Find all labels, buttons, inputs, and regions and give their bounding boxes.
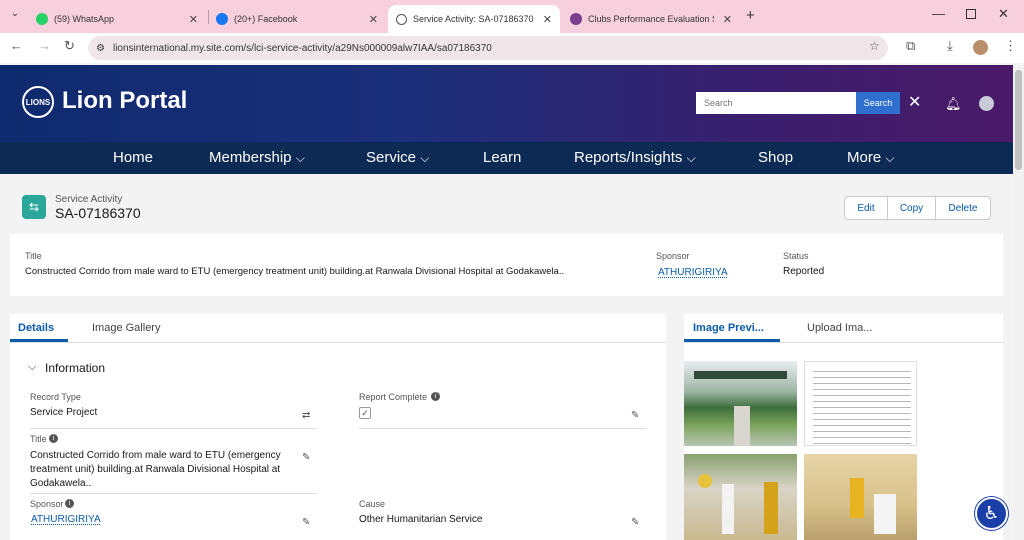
- highlights-panel: [10, 234, 1003, 296]
- chevron-down-icon: ⌵: [686, 151, 696, 165]
- record-object-label: Service Activity: [55, 194, 123, 205]
- close-search-icon[interactable]: ✕: [908, 92, 921, 112]
- tab-title: Service Activity: SA-07186370: [413, 14, 534, 24]
- close-icon[interactable]: ✕: [189, 13, 198, 26]
- edit-pencil-icon[interactable]: ✎: [631, 410, 639, 421]
- highlight-title-label: Title: [25, 251, 42, 261]
- cause-label: Cause: [359, 499, 386, 509]
- report-complete-checkbox[interactable]: ✓: [359, 407, 371, 419]
- edit-button[interactable]: Edit: [844, 196, 888, 220]
- highlight-status-label: Status: [783, 251, 809, 261]
- nav-membership[interactable]: Membership ⌵: [209, 149, 305, 166]
- highlight-status-value: Reported: [783, 266, 825, 277]
- menu-icon[interactable]: ⋮: [1004, 38, 1017, 54]
- tab-image-preview[interactable]: Image Previ...: [693, 322, 764, 334]
- image-thumbnail-document[interactable]: [804, 361, 917, 446]
- details-panel: [10, 314, 666, 540]
- image-thumbnail-corridor[interactable]: [684, 361, 797, 446]
- reload-icon[interactable]: ↻: [64, 38, 75, 54]
- bookmark-star-icon[interactable]: ☆: [869, 39, 880, 53]
- highlight-title-value: Constructed Corrido from male ward to ET…: [25, 266, 565, 277]
- search-button[interactable]: Search: [856, 92, 900, 114]
- image-thumbnail-group-outdoor[interactable]: [684, 454, 797, 540]
- change-record-type-icon[interactable]: ⇄: [302, 410, 310, 421]
- new-tab-button[interactable]: +: [746, 7, 755, 24]
- tab-image-gallery[interactable]: Image Gallery: [92, 322, 160, 334]
- record-name: SA-07186370: [55, 205, 141, 221]
- edit-pencil-icon[interactable]: ✎: [302, 452, 310, 463]
- chevron-down-icon: ⌵: [295, 151, 305, 165]
- record-type-label: Record Type: [30, 392, 81, 402]
- info-icon[interactable]: i: [431, 392, 440, 401]
- lions-logo[interactable]: LIONS: [22, 86, 54, 118]
- nav-home[interactable]: Home: [113, 149, 153, 166]
- tab-title: (59) WhatsApp: [54, 14, 115, 24]
- title-value: Constructed Corrido from male ward to ET…: [30, 450, 281, 489]
- nav-learn[interactable]: Learn: [483, 149, 521, 166]
- cause-value: Other Humanitarian Service: [359, 514, 483, 525]
- copy-button[interactable]: Copy: [887, 196, 936, 220]
- address-bar[interactable]: ⚙ lionsinternational.my.site.com/s/lci-s…: [88, 36, 888, 60]
- edit-pencil-icon[interactable]: ✎: [631, 517, 639, 528]
- tab-whatsapp[interactable]: (59) WhatsApp ✕: [28, 5, 206, 33]
- nav-shop[interactable]: Shop: [758, 149, 793, 166]
- whatsapp-icon: [36, 13, 48, 25]
- chevron-down-icon[interactable]: ⌵: [28, 361, 36, 374]
- tab-search-button[interactable]: ⌄: [6, 8, 24, 24]
- image-thumbnail-group-indoor[interactable]: [804, 454, 917, 540]
- profile-avatar[interactable]: [973, 40, 988, 55]
- close-icon[interactable]: ✕: [723, 13, 732, 26]
- sponsor-link[interactable]: ATHURIGIRIYA: [31, 514, 101, 525]
- section-information-header[interactable]: Information: [45, 361, 105, 375]
- lions-icon: [570, 13, 582, 25]
- tab-details[interactable]: Details: [18, 322, 54, 334]
- url-text: lionsinternational.my.site.com/s/lci-ser…: [112, 42, 492, 54]
- facebook-icon: [216, 13, 228, 25]
- notifications-bell-icon[interactable]: 🔔︎: [945, 96, 962, 112]
- service-activity-icon: ⇆: [22, 195, 46, 219]
- chevron-down-icon: ⌵: [885, 151, 895, 165]
- tab-upload-image[interactable]: Upload Ima...: [807, 322, 872, 334]
- tab-service-activity[interactable]: Service Activity: SA-07186370 ✕: [388, 5, 560, 33]
- site-info-icon[interactable]: ⚙: [96, 43, 105, 54]
- close-icon[interactable]: ✕: [369, 13, 378, 26]
- highlight-sponsor-link[interactable]: ATHURIGIRIYA: [658, 267, 728, 278]
- extensions-icon[interactable]: ⧉: [906, 38, 915, 54]
- accessibility-icon[interactable]: ♿︎: [975, 497, 1008, 530]
- report-complete-label: Report Complete: [359, 392, 428, 402]
- info-icon[interactable]: i: [49, 434, 58, 443]
- delete-button[interactable]: Delete: [935, 196, 991, 220]
- user-avatar[interactable]: [979, 96, 994, 111]
- nav-more[interactable]: More ⌵: [847, 149, 894, 166]
- search-input[interactable]: [696, 92, 856, 114]
- download-icon[interactable]: ⤓: [947, 38, 953, 54]
- forward-icon[interactable]: →: [38, 38, 51, 53]
- back-icon[interactable]: ←: [10, 38, 23, 53]
- sponsor-label: Sponsor: [30, 499, 64, 509]
- tab-facebook[interactable]: (20+) Facebook ✕: [208, 5, 386, 33]
- minimize-button[interactable]: —: [932, 6, 945, 21]
- title-label: Title: [30, 434, 47, 444]
- tab-title: Clubs Performance Evaluation S: [588, 14, 714, 24]
- chevron-down-icon: ⌵: [420, 151, 430, 165]
- close-icon[interactable]: ✕: [543, 13, 552, 26]
- edit-pencil-icon[interactable]: ✎: [302, 517, 310, 528]
- tab-clubs-performance[interactable]: Clubs Performance Evaluation S ✕: [562, 5, 740, 33]
- portal-logo-text[interactable]: Lion Portal: [62, 87, 187, 115]
- info-icon[interactable]: i: [65, 499, 74, 508]
- record-type-value: Service Project: [30, 407, 98, 418]
- close-window-button[interactable]: ✕: [998, 6, 1009, 22]
- scrollbar-thumb[interactable]: [1015, 70, 1022, 170]
- highlight-sponsor-label: Sponsor: [656, 251, 690, 261]
- nav-service[interactable]: Service ⌵: [366, 149, 429, 166]
- tab-title: (20+) Facebook: [234, 14, 298, 24]
- globe-icon: [396, 13, 407, 25]
- restore-button[interactable]: [966, 9, 976, 19]
- nav-reports-insights[interactable]: Reports/Insights ⌵: [574, 149, 696, 166]
